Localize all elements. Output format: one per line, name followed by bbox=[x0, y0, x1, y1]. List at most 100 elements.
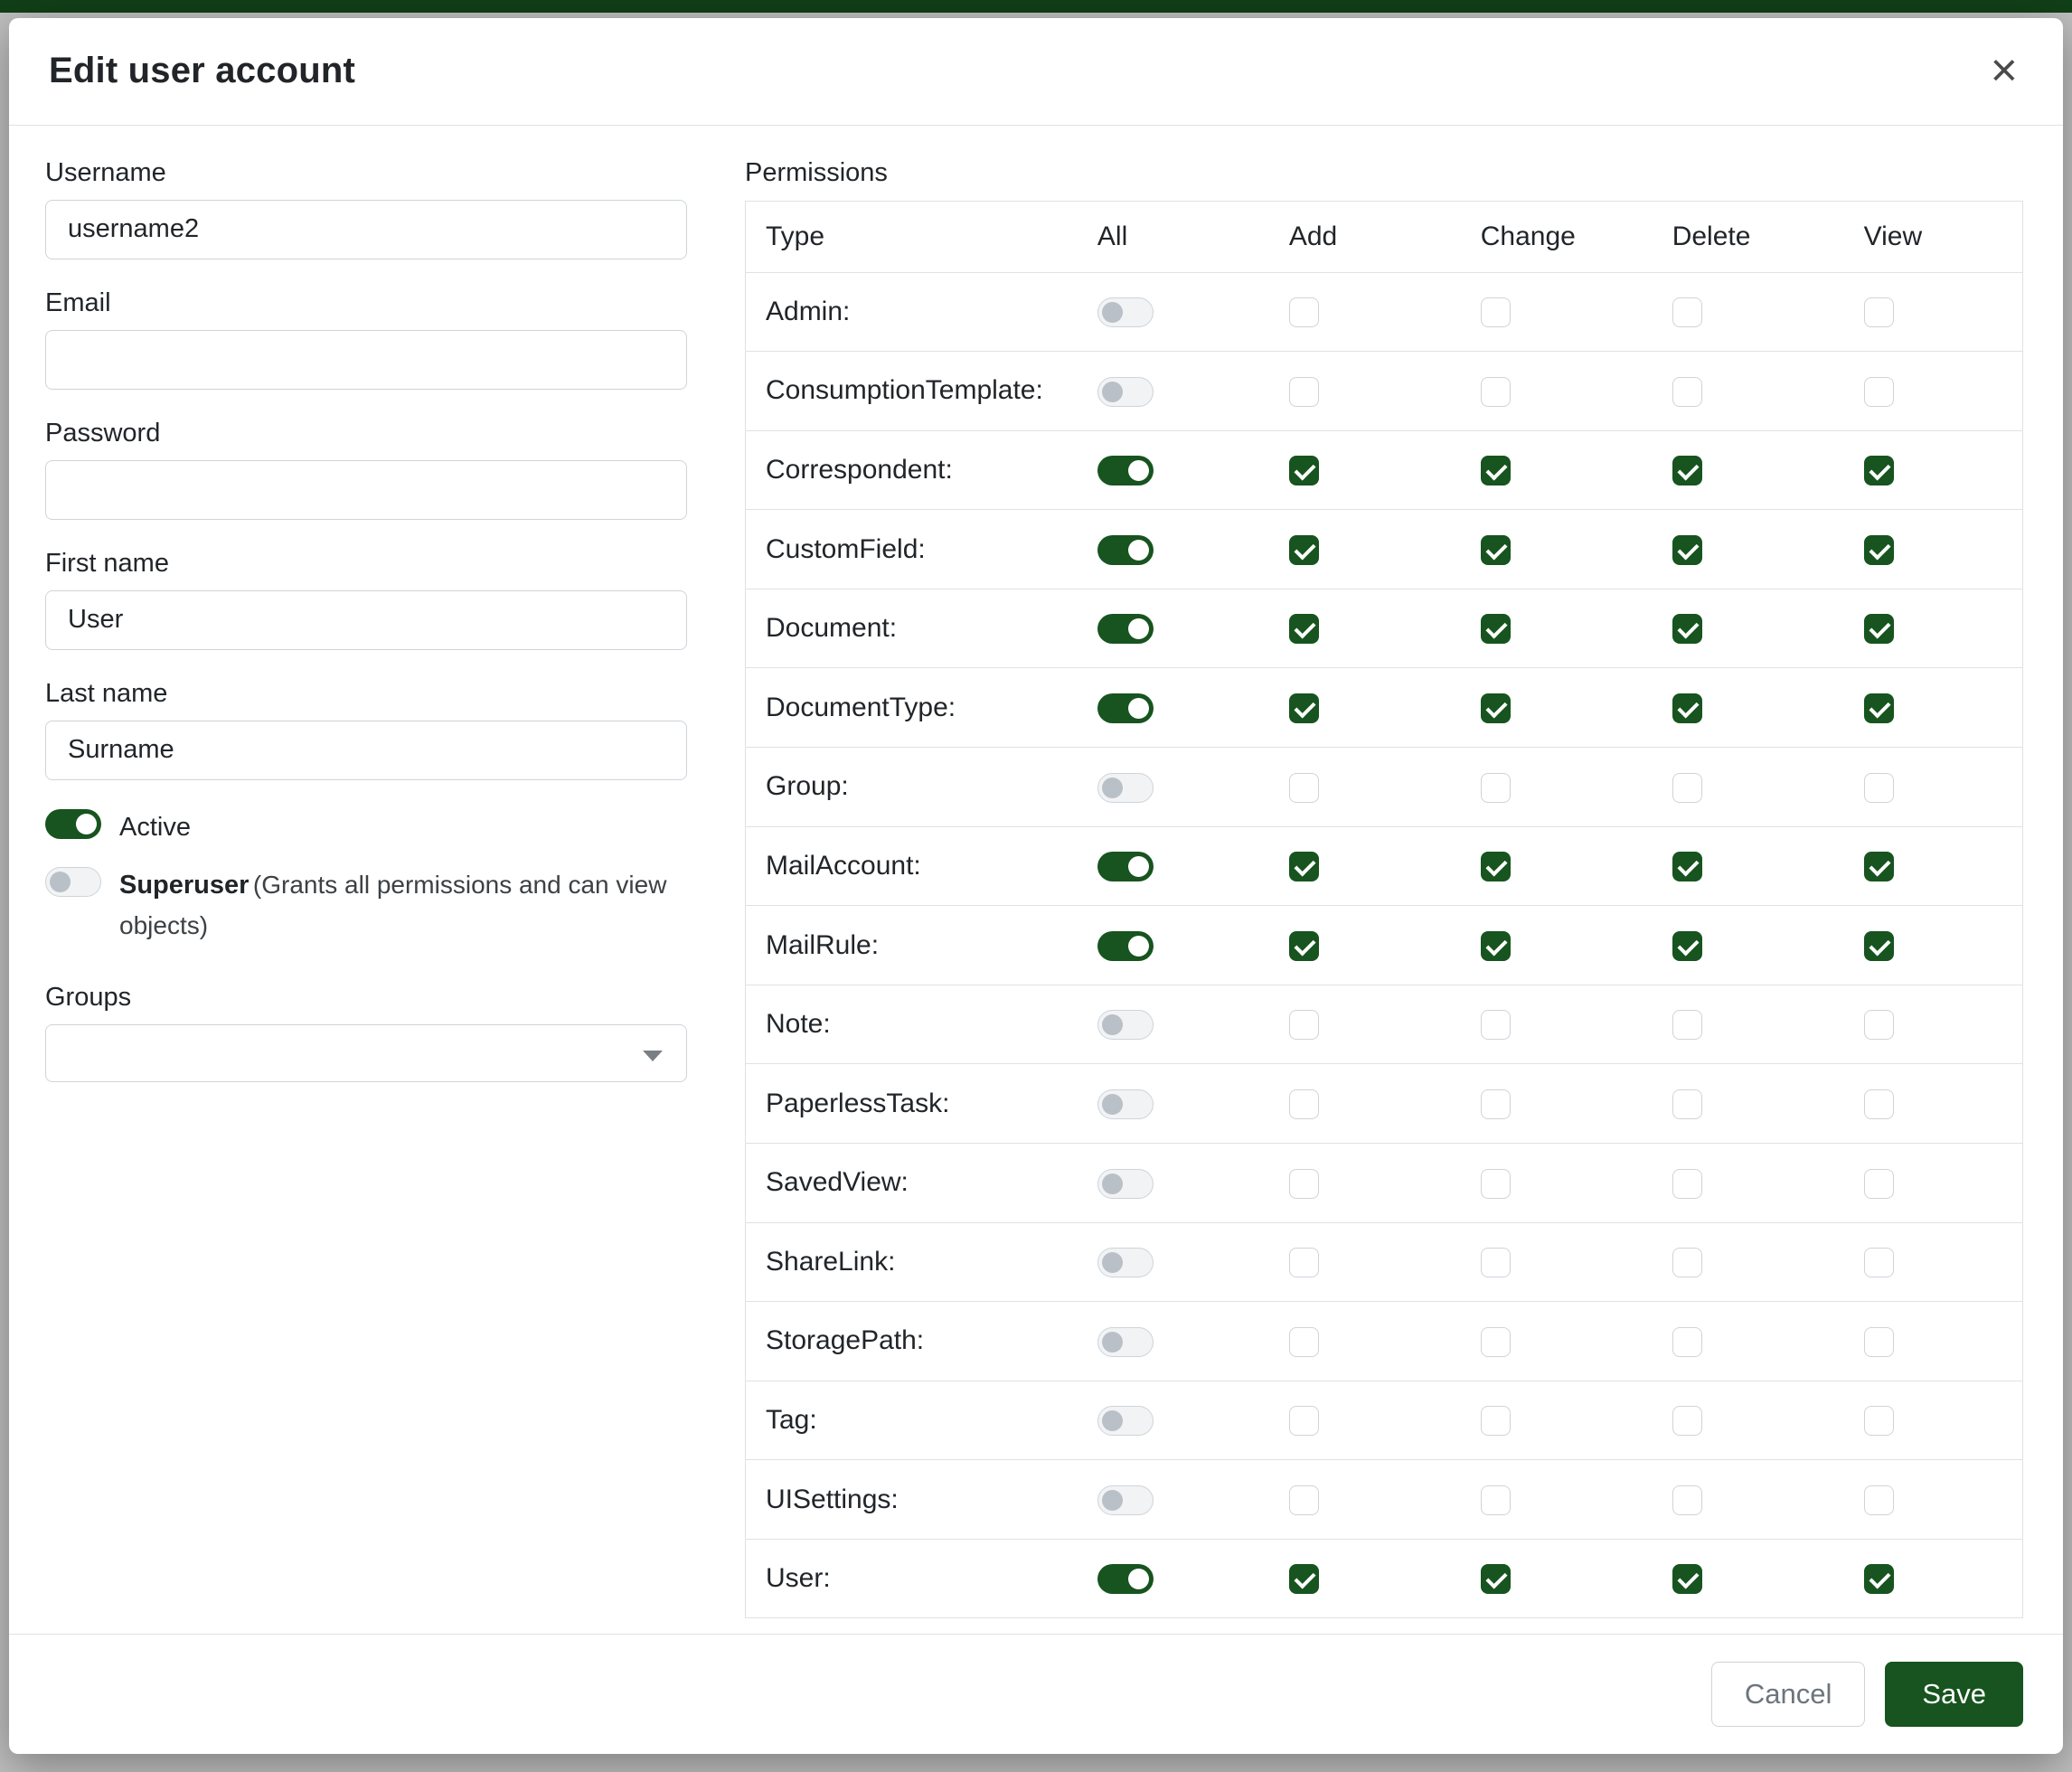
permission-view-checkbox[interactable] bbox=[1864, 1169, 1894, 1199]
permission-all-toggle[interactable] bbox=[1097, 852, 1154, 881]
permission-delete-checkbox[interactable] bbox=[1672, 1564, 1702, 1594]
permission-all-toggle[interactable] bbox=[1097, 614, 1154, 644]
first-name-input[interactable] bbox=[45, 590, 687, 650]
permission-change-checkbox[interactable] bbox=[1481, 1327, 1511, 1357]
permission-view-checkbox[interactable] bbox=[1864, 1485, 1894, 1515]
groups-select[interactable] bbox=[45, 1024, 687, 1082]
permission-add-checkbox[interactable] bbox=[1289, 535, 1319, 565]
permission-all-toggle[interactable] bbox=[1097, 1406, 1154, 1436]
permission-add-checkbox[interactable] bbox=[1289, 1485, 1319, 1515]
permission-change-checkbox[interactable] bbox=[1481, 1485, 1511, 1515]
permission-view-checkbox[interactable] bbox=[1864, 456, 1894, 485]
permission-view-checkbox[interactable] bbox=[1864, 535, 1894, 565]
permission-change-checkbox[interactable] bbox=[1481, 852, 1511, 881]
permission-all-toggle[interactable] bbox=[1097, 693, 1154, 723]
permission-delete-checkbox[interactable] bbox=[1672, 852, 1702, 881]
permission-change-checkbox[interactable] bbox=[1481, 1248, 1511, 1277]
permission-change-checkbox[interactable] bbox=[1481, 1010, 1511, 1040]
last-name-field-group: Last name bbox=[45, 679, 687, 780]
permission-change-checkbox[interactable] bbox=[1481, 297, 1511, 327]
permission-change-checkbox[interactable] bbox=[1481, 614, 1511, 644]
permission-view-checkbox[interactable] bbox=[1864, 614, 1894, 644]
superuser-toggle[interactable] bbox=[45, 867, 101, 897]
permission-view-checkbox[interactable] bbox=[1864, 1327, 1894, 1357]
permission-view-checkbox[interactable] bbox=[1864, 931, 1894, 961]
permission-view-checkbox[interactable] bbox=[1864, 852, 1894, 881]
permission-delete-checkbox[interactable] bbox=[1672, 377, 1702, 407]
permission-delete-checkbox[interactable] bbox=[1672, 1010, 1702, 1040]
permission-add-checkbox[interactable] bbox=[1289, 931, 1319, 961]
permission-add-checkbox[interactable] bbox=[1289, 1089, 1319, 1119]
permission-delete-checkbox[interactable] bbox=[1672, 456, 1702, 485]
permission-delete-checkbox[interactable] bbox=[1672, 1089, 1702, 1119]
active-toggle[interactable] bbox=[45, 809, 101, 839]
permission-add-checkbox[interactable] bbox=[1289, 693, 1319, 723]
permission-all-toggle[interactable] bbox=[1097, 773, 1154, 803]
permission-delete-checkbox[interactable] bbox=[1672, 773, 1702, 803]
permission-change-checkbox[interactable] bbox=[1481, 1169, 1511, 1199]
permission-delete-checkbox[interactable] bbox=[1672, 1406, 1702, 1436]
permission-change-checkbox[interactable] bbox=[1481, 1089, 1511, 1119]
permission-view-checkbox[interactable] bbox=[1864, 1089, 1894, 1119]
permission-all-toggle[interactable] bbox=[1097, 1169, 1154, 1199]
permission-view-checkbox[interactable] bbox=[1864, 1010, 1894, 1040]
permission-all-toggle[interactable] bbox=[1097, 1248, 1154, 1277]
permission-view-checkbox[interactable] bbox=[1864, 773, 1894, 803]
permission-add-checkbox[interactable] bbox=[1289, 1406, 1319, 1436]
permission-view-checkbox[interactable] bbox=[1864, 1406, 1894, 1436]
permission-view-checkbox[interactable] bbox=[1864, 1564, 1894, 1594]
password-field[interactable] bbox=[45, 460, 687, 520]
permission-delete-checkbox[interactable] bbox=[1672, 1169, 1702, 1199]
permission-all-toggle[interactable] bbox=[1097, 1089, 1154, 1119]
last-name-input[interactable] bbox=[45, 721, 687, 780]
permission-delete-checkbox[interactable] bbox=[1672, 614, 1702, 644]
permission-add-checkbox[interactable] bbox=[1289, 773, 1319, 803]
permission-all-toggle[interactable] bbox=[1097, 297, 1154, 327]
permission-all-toggle[interactable] bbox=[1097, 535, 1154, 565]
permission-add-checkbox[interactable] bbox=[1289, 852, 1319, 881]
permission-add-checkbox[interactable] bbox=[1289, 456, 1319, 485]
permission-change-checkbox[interactable] bbox=[1481, 456, 1511, 485]
permission-view-checkbox[interactable] bbox=[1864, 377, 1894, 407]
permission-delete-checkbox[interactable] bbox=[1672, 535, 1702, 565]
cancel-button[interactable]: Cancel bbox=[1711, 1662, 1866, 1727]
permission-change-checkbox[interactable] bbox=[1481, 931, 1511, 961]
permission-delete-checkbox[interactable] bbox=[1672, 693, 1702, 723]
permission-add-checkbox[interactable] bbox=[1289, 297, 1319, 327]
permission-all-toggle[interactable] bbox=[1097, 931, 1154, 961]
permission-all-toggle[interactable] bbox=[1097, 1485, 1154, 1515]
permission-change-checkbox[interactable] bbox=[1481, 693, 1511, 723]
permission-change-checkbox[interactable] bbox=[1481, 1564, 1511, 1594]
permission-all-toggle[interactable] bbox=[1097, 456, 1154, 485]
permission-type-label: PaperlessTask: bbox=[746, 1064, 1078, 1144]
permission-all-toggle[interactable] bbox=[1097, 1010, 1154, 1040]
permission-add-checkbox[interactable] bbox=[1289, 614, 1319, 644]
permission-change-checkbox[interactable] bbox=[1481, 535, 1511, 565]
permission-view-checkbox[interactable] bbox=[1864, 1248, 1894, 1277]
permission-delete-checkbox[interactable] bbox=[1672, 931, 1702, 961]
permission-all-toggle[interactable] bbox=[1097, 1564, 1154, 1594]
permission-add-checkbox[interactable] bbox=[1289, 377, 1319, 407]
permission-delete-checkbox[interactable] bbox=[1672, 297, 1702, 327]
permission-delete-checkbox[interactable] bbox=[1672, 1327, 1702, 1357]
permission-change-checkbox[interactable] bbox=[1481, 773, 1511, 803]
permission-view-checkbox[interactable] bbox=[1864, 693, 1894, 723]
permission-all-toggle[interactable] bbox=[1097, 377, 1154, 407]
username-input[interactable] bbox=[45, 200, 687, 259]
permission-type-label: Note: bbox=[746, 985, 1078, 1064]
permission-add-checkbox[interactable] bbox=[1289, 1010, 1319, 1040]
permission-change-checkbox[interactable] bbox=[1481, 1406, 1511, 1436]
permission-delete-checkbox[interactable] bbox=[1672, 1248, 1702, 1277]
permission-add-checkbox[interactable] bbox=[1289, 1248, 1319, 1277]
permission-delete-checkbox[interactable] bbox=[1672, 1485, 1702, 1515]
permissions-table: Type All Add Change Delete View Admin:Co… bbox=[745, 201, 2023, 1619]
permission-add-checkbox[interactable] bbox=[1289, 1564, 1319, 1594]
save-button[interactable]: Save bbox=[1885, 1662, 2023, 1727]
permission-add-checkbox[interactable] bbox=[1289, 1327, 1319, 1357]
permission-view-checkbox[interactable] bbox=[1864, 297, 1894, 327]
permission-all-toggle[interactable] bbox=[1097, 1327, 1154, 1357]
permission-change-checkbox[interactable] bbox=[1481, 377, 1511, 407]
permission-add-checkbox[interactable] bbox=[1289, 1169, 1319, 1199]
close-icon[interactable]: × bbox=[1985, 49, 2023, 94]
email-field[interactable] bbox=[45, 330, 687, 390]
